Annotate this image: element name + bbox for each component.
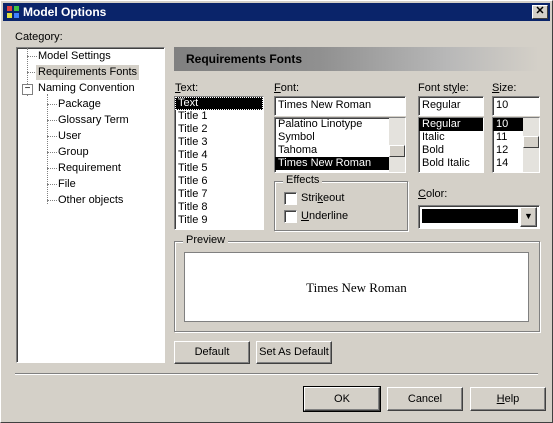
color-swatch (422, 209, 518, 223)
color-label: Color: (418, 188, 448, 200)
set-as-default-button[interactable]: Set As Default (256, 341, 332, 364)
tree-item-naming-convention[interactable]: Naming Convention (38, 81, 135, 96)
tree-line (47, 94, 48, 204)
color-dropdown-button[interactable]: ▼ (520, 207, 537, 227)
list-item[interactable]: Italic (419, 131, 483, 144)
list-item[interactable]: Title 6 (175, 175, 263, 188)
text-list[interactable]: Text Title 1 Title 2 Title 3 Title 4 Tit… (174, 96, 264, 230)
ok-button-label: OK (334, 393, 350, 405)
minus-icon: − (24, 83, 31, 94)
size-list[interactable]: 10 11 12 14 (492, 117, 540, 173)
font-style-value: Regular (422, 99, 461, 111)
tree-item-file[interactable]: File (58, 177, 76, 192)
tree-item-other-objects[interactable]: Other objects (58, 193, 123, 208)
tree-item-requirements-fonts[interactable]: Requirements Fonts (36, 65, 140, 80)
separator (15, 373, 538, 375)
close-button[interactable]: ✕ (532, 5, 548, 19)
tree-line (47, 104, 57, 105)
strikeout-checkbox[interactable] (284, 192, 297, 205)
title-bar[interactable]: Model Options ✕ (3, 3, 550, 21)
tree-item-package[interactable]: Package (58, 97, 101, 112)
list-item[interactable]: Symbol (275, 131, 405, 144)
default-button[interactable]: Default (174, 341, 250, 364)
tree-line (47, 136, 57, 137)
list-item[interactable]: Title 8 (175, 201, 263, 214)
tree-item-model-settings[interactable]: Model Settings (38, 49, 111, 64)
font-input-value: Times New Roman (278, 99, 372, 111)
underline-checkbox[interactable] (284, 210, 297, 223)
panel-header: Requirements Fonts (174, 47, 539, 71)
text-label: Text: (175, 82, 199, 94)
tree-item-glossary-term[interactable]: Glossary Term (58, 113, 129, 128)
tree-item-requirement[interactable]: Requirement (58, 161, 121, 176)
tree-line (47, 120, 57, 121)
size-input[interactable]: 10 (492, 96, 540, 116)
set-as-default-button-label: Set As Default (259, 346, 329, 358)
list-item[interactable]: Bold (419, 144, 483, 157)
category-label: Category: (15, 31, 63, 43)
panel-title: Requirements Fonts (186, 52, 303, 66)
preview-box: Times New Roman (184, 252, 529, 322)
list-item[interactable]: Title 5 (175, 162, 263, 175)
chevron-down-icon: ▼ (524, 211, 533, 221)
help-button[interactable]: Help (470, 387, 546, 411)
font-scrollbar[interactable] (389, 118, 405, 172)
list-item[interactable]: Bold Italic (419, 157, 483, 170)
ok-button[interactable]: OK (303, 386, 381, 412)
strikeout-label[interactable]: Strikeout (301, 192, 344, 204)
effects-label: Effects (283, 174, 323, 186)
tree-line (27, 56, 37, 57)
list-item[interactable]: Text (175, 97, 263, 110)
tree-item-user[interactable]: User (58, 129, 81, 144)
list-item[interactable]: Title 2 (175, 123, 263, 136)
effects-group: Effects Strikeout Underline (274, 174, 408, 231)
list-item[interactable]: Title 4 (175, 149, 263, 162)
tree-line (47, 184, 57, 185)
tree-line (47, 168, 57, 169)
font-style-list[interactable]: Regular Italic Bold Bold Italic (418, 117, 484, 173)
color-select[interactable]: ▼ (418, 205, 540, 229)
close-icon: ✕ (535, 5, 545, 17)
cancel-button[interactable]: Cancel (387, 387, 463, 411)
scroll-thumb[interactable] (389, 145, 405, 157)
font-style-input[interactable]: Regular (418, 96, 484, 116)
model-options-app-icon (6, 5, 20, 19)
list-item[interactable]: Times New Roman (275, 157, 405, 170)
font-label: Font: (274, 82, 300, 94)
tree-line (47, 200, 57, 201)
default-button-label: Default (194, 346, 230, 358)
underline-label[interactable]: Underline (301, 210, 348, 222)
preview-label: Preview (183, 234, 229, 246)
list-item[interactable]: Title 9 (175, 214, 263, 227)
tree-item-group[interactable]: Group (58, 145, 89, 160)
window-title: Model Options (23, 5, 107, 19)
size-value: 10 (496, 99, 509, 111)
font-list[interactable]: Palatino Linotype Symbol Tahoma Times Ne… (274, 117, 406, 173)
list-item[interactable]: Title 7 (175, 188, 263, 201)
cancel-button-label: Cancel (407, 393, 443, 405)
list-item[interactable]: Title 3 (175, 136, 263, 149)
scroll-thumb[interactable] (523, 136, 539, 148)
preview-sample-text: Times New Roman (306, 280, 407, 295)
list-item[interactable]: 10 (493, 118, 523, 131)
model-options-dialog: Model Options ✕ Category: Model Settings… (0, 0, 553, 423)
preview-group: Preview Times New Roman (174, 234, 540, 332)
font-input[interactable]: Times New Roman (274, 96, 406, 116)
list-item[interactable]: Tahoma (275, 144, 405, 157)
size-label: Size: (492, 82, 517, 94)
list-item[interactable]: Palatino Linotype (275, 118, 405, 131)
help-button-label: Help (496, 393, 520, 405)
tree-line (47, 152, 57, 153)
list-item[interactable]: Title 1 (175, 110, 263, 123)
category-tree[interactable]: Model Settings Requirements Fonts − Nami… (16, 47, 165, 363)
collapse-toggle[interactable]: − (22, 84, 33, 95)
list-item[interactable]: Regular (419, 118, 483, 131)
font-style-label: Font style: (418, 82, 469, 94)
size-scrollbar[interactable] (523, 118, 539, 172)
